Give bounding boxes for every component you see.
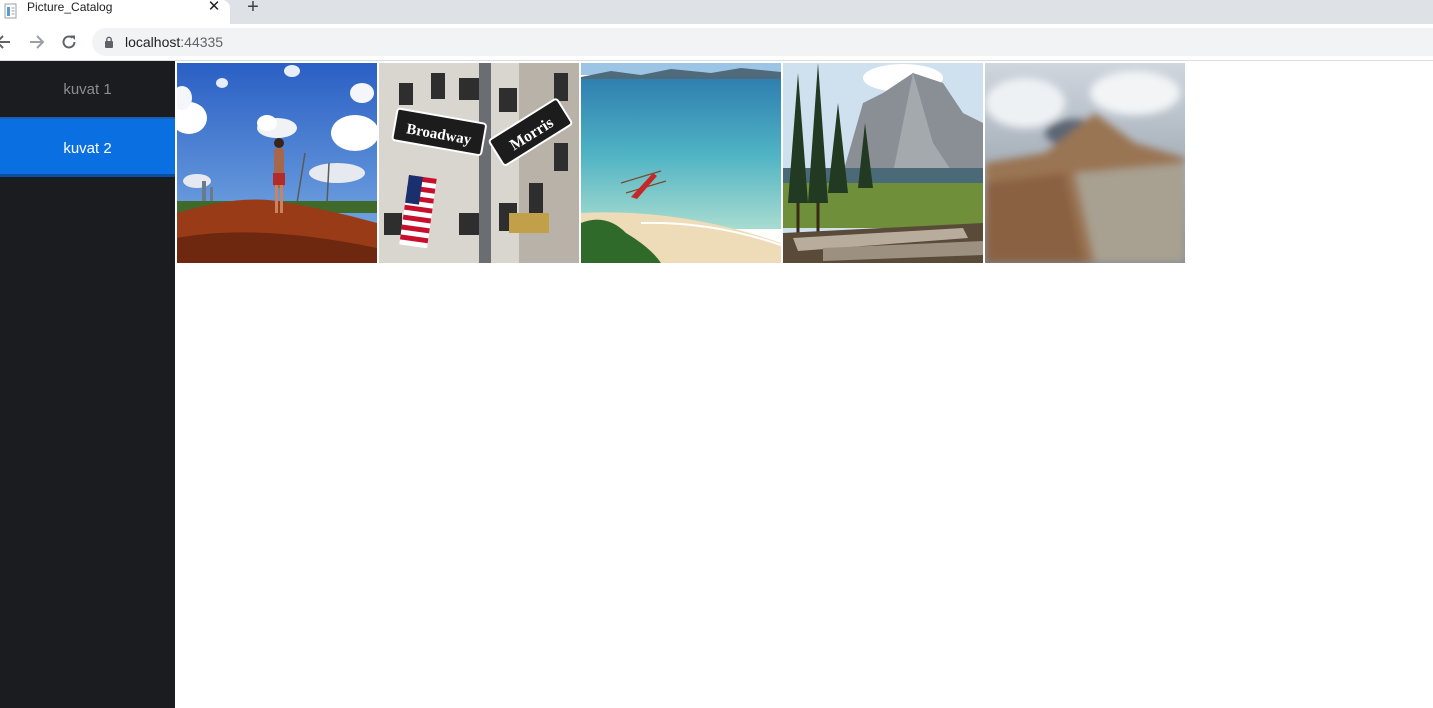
browser-toolbar: localhost:44335 <box>0 24 1433 61</box>
reload-icon[interactable] <box>60 33 78 51</box>
tab-title: Picture_Catalog <box>27 0 113 14</box>
lock-icon <box>105 36 113 48</box>
plus-icon[interactable]: + <box>244 0 262 17</box>
gallery-image-5[interactable]: blurred-desert-landscape <box>985 63 1185 263</box>
gallery-image-3[interactable]: red-boat-on-turquoise-beach <box>581 63 781 263</box>
url-host: localhost <box>125 34 181 50</box>
url-text: localhost:44335 <box>125 28 223 56</box>
image-child-on-dirt-mound <box>177 63 377 263</box>
gallery-image-1[interactable]: child-on-dirt-mound-under-cloudy-sky <box>177 63 377 263</box>
address-bar[interactable]: localhost:44335 <box>92 28 1433 56</box>
page-icon <box>4 3 17 19</box>
sidebar-item-kuvat-1[interactable]: kuvat 1 <box>0 61 175 119</box>
sidebar: kuvat 1 kuvat 2 <box>0 61 175 708</box>
back-arrow-icon[interactable] <box>0 33 12 51</box>
forward-arrow-icon[interactable] <box>28 33 46 51</box>
image-blurred-landscape <box>985 63 1185 263</box>
close-icon[interactable]: ✕ <box>206 0 222 16</box>
image-street-signs: Broadway Morris <box>379 63 579 263</box>
sidebar-item-kuvat-2[interactable]: kuvat 2 <box>0 117 175 177</box>
image-forest-mountain <box>783 63 983 263</box>
tab-strip: Picture_Catalog ✕ + <box>0 0 1433 24</box>
url-port: :44335 <box>180 34 224 50</box>
gallery-image-4[interactable]: forest-lake-with-granite-mountain <box>783 63 983 263</box>
browser-tab[interactable]: Picture_Catalog ✕ <box>0 0 230 24</box>
gallery-image-2[interactable]: Broadway Morris broadway-morris-st-stree… <box>379 63 579 263</box>
image-beach-boat <box>581 63 781 263</box>
